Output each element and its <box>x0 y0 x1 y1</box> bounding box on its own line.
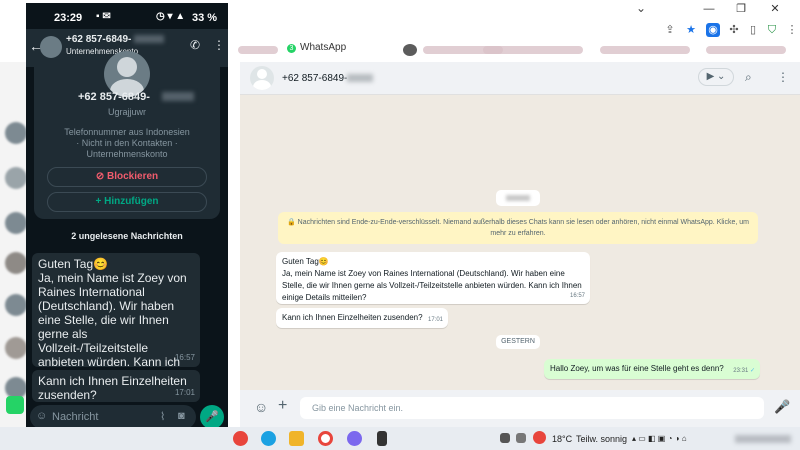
tab-list-chevron-icon[interactable]: ⌄ <box>636 1 646 15</box>
clock-redacted <box>735 435 791 443</box>
encryption-notice[interactable]: 🔒 Nachrichten sind Ende-zu-Ende-verschlü… <box>278 212 758 244</box>
weather-temperature[interactable]: 18°C <box>552 434 572 444</box>
incoming-message[interactable]: Guten Tag😊 Ja, mein Name ist Zoey von Ra… <box>32 253 200 397</box>
attach-plus-icon[interactable]: + <box>278 397 287 415</box>
redacted-digits <box>162 92 194 101</box>
maximize-button[interactable]: ❐ <box>732 2 750 16</box>
date-divider: GESTERN <box>496 335 540 349</box>
status-time: 23:29 <box>54 12 83 24</box>
microphone-icon[interactable]: 🎤 <box>200 405 224 429</box>
whatsapp-bookmark-icon: 3 <box>287 44 296 53</box>
message-time: 16:57 <box>174 353 195 362</box>
bookmark-star-icon[interactable]: ★ <box>684 23 698 37</box>
incoming-message[interactable]: Kann ich Ihnen Einzelheiten zusenden? 17… <box>276 308 448 328</box>
phone-message-input[interactable]: ☺ Nachricht ⌇ ◙ <box>30 405 196 429</box>
video-call-button[interactable]: ▶ ⌄ <box>698 68 734 86</box>
extension-icon[interactable]: ◉ <box>706 23 720 37</box>
chat-messages-area: 🔒 Nachrichten sind Ende-zu-Ende-verschlü… <box>240 95 800 390</box>
message-time: 17:01 <box>174 388 195 397</box>
avatar[interactable] <box>40 36 62 58</box>
message-text: Kann ich Ihnen Einzelheiten zusenden? <box>38 374 187 402</box>
search-icon[interactable]: ⌕ <box>745 70 752 85</box>
whatsapp-app-icon[interactable] <box>6 396 24 414</box>
chrome-icon[interactable] <box>233 431 248 446</box>
contact-info-card: +62 857-6849- Ugrajjuwr Telefonnummer au… <box>34 51 220 219</box>
more-options-icon[interactable]: ⋮ <box>213 38 225 52</box>
edge-icon[interactable] <box>261 431 276 446</box>
date-divider-redacted <box>496 190 540 206</box>
tray-app-icon[interactable] <box>500 433 510 443</box>
notification-icons: ▪ ✉ <box>96 11 111 22</box>
emoji-picker-icon[interactable]: ☺ <box>254 399 268 415</box>
outgoing-message[interactable]: Hallo Zoey, um was für eine Stelle geht … <box>544 359 760 379</box>
profile-phone-number: +62 857-6849- <box>78 91 150 103</box>
block-button[interactable]: ⊘ Blockieren <box>47 167 207 187</box>
message-composer: ☺ + Gib eine Nachricht ein. 🎤 <box>240 390 800 427</box>
call-add-icon[interactable]: ✆ <box>190 38 200 52</box>
minimize-button[interactable]: — <box>700 2 718 16</box>
puzzle-icon[interactable]: ✣ <box>727 23 741 37</box>
blurred-chat-list <box>0 62 27 427</box>
redacted-digits <box>134 35 164 43</box>
chrome-active-icon[interactable] <box>318 431 333 446</box>
message-time: 23:31 ✓ <box>733 368 755 374</box>
message-time: 16:57 <box>569 293 585 299</box>
header-phone-number[interactable]: +62 857-6849- <box>66 34 131 45</box>
info-line-2: · Nicht in den Kontakten · <box>76 138 178 148</box>
profile-name: Ugrajjuwr <box>107 107 146 117</box>
app-icon[interactable] <box>377 431 387 446</box>
weather-icon[interactable] <box>533 431 546 444</box>
phone-status-bar: 23:29 ▪ ✉ ◷ ▾ ▲ 33 % <box>26 3 228 27</box>
system-tray-icons[interactable]: ▴ ▭ ◧ ▣ ◔ ◑ ⌂ <box>632 434 687 443</box>
incoming-message[interactable]: Guten Tag😊 Ja, mein Name ist Zoey von Ra… <box>276 252 590 304</box>
message-time: 17:01 <box>427 317 443 323</box>
avatar[interactable] <box>250 66 274 90</box>
message-greeting: Guten Tag <box>282 257 319 266</box>
delivered-ticks-icon: ✓ <box>749 368 755 374</box>
file-explorer-icon[interactable] <box>289 431 304 446</box>
add-button-label: Hinzufügen <box>104 196 159 207</box>
info-line-3: Unternehmenskonto <box>86 149 168 159</box>
emoji-icon: 😊 <box>318 257 329 266</box>
message-text: Ja, mein Name ist Zoey von Raines Intern… <box>282 269 582 302</box>
panel-icon[interactable]: ▯ <box>746 23 760 37</box>
add-contact-button[interactable]: + Hinzufügen <box>47 192 207 212</box>
menu-dots-icon[interactable]: ⋮ <box>785 23 799 37</box>
battery-level: 33 % <box>192 12 218 24</box>
info-line-1: Telefonnummer aus Indonesien <box>64 127 190 137</box>
message-text: Hallo Zoey, um was für eine Stelle geht … <box>550 364 724 373</box>
input-placeholder: Nachricht <box>52 411 99 423</box>
message-greeting: Guten Tag <box>38 257 94 271</box>
block-button-label: Blockieren <box>107 171 159 182</box>
camera-icon[interactable]: ◙ <box>178 410 185 422</box>
microphone-icon[interactable]: 🎤 <box>774 399 790 415</box>
menu-icon[interactable]: ⋮ <box>777 70 789 84</box>
message-input[interactable]: Gib eine Nachricht ein. <box>300 397 764 419</box>
incoming-message[interactable]: Kann ich Ihnen Einzelheiten zusenden? 17… <box>32 370 200 402</box>
emoji-icon: 😊 <box>93 257 109 271</box>
message-text: Kann ich Ihnen Einzelheiten zusenden? <box>282 313 423 322</box>
emoji-picker-icon[interactable]: ☺ <box>36 410 47 422</box>
close-button[interactable]: ✕ <box>766 2 784 16</box>
signal-icons: ◷ ▾ ▲ <box>156 11 186 22</box>
redacted-digits <box>347 74 373 82</box>
tray-app-icon[interactable] <box>516 433 526 443</box>
unread-banner: 2 ungelesene Nachrichten <box>71 231 183 241</box>
shield-icon[interactable]: ⛉ <box>765 23 779 37</box>
contact-phone-number[interactable]: +62 857-6849- <box>282 73 347 84</box>
video-icon: ▶ ⌄ <box>706 71 726 82</box>
weather-description[interactable]: Teilw. sonnig <box>576 434 627 444</box>
chat-header: +62 857-6849- ▶ ⌄ ⌕ ⋮ <box>240 62 800 95</box>
bookmark-whatsapp[interactable]: WhatsApp <box>300 42 346 53</box>
copilot-icon[interactable] <box>347 431 362 446</box>
attach-icon[interactable]: ⌇ <box>160 410 165 423</box>
phone-screen: 23:29 ▪ ✉ ◷ ▾ ▲ 33 % ← +62 857-6849- Unt… <box>26 3 228 445</box>
taskbar: 18°C Teilw. sonnig ▴ ▭ ◧ ▣ ◔ ◑ ⌂ <box>0 427 800 450</box>
share-icon[interactable]: ⇪ <box>663 23 677 37</box>
